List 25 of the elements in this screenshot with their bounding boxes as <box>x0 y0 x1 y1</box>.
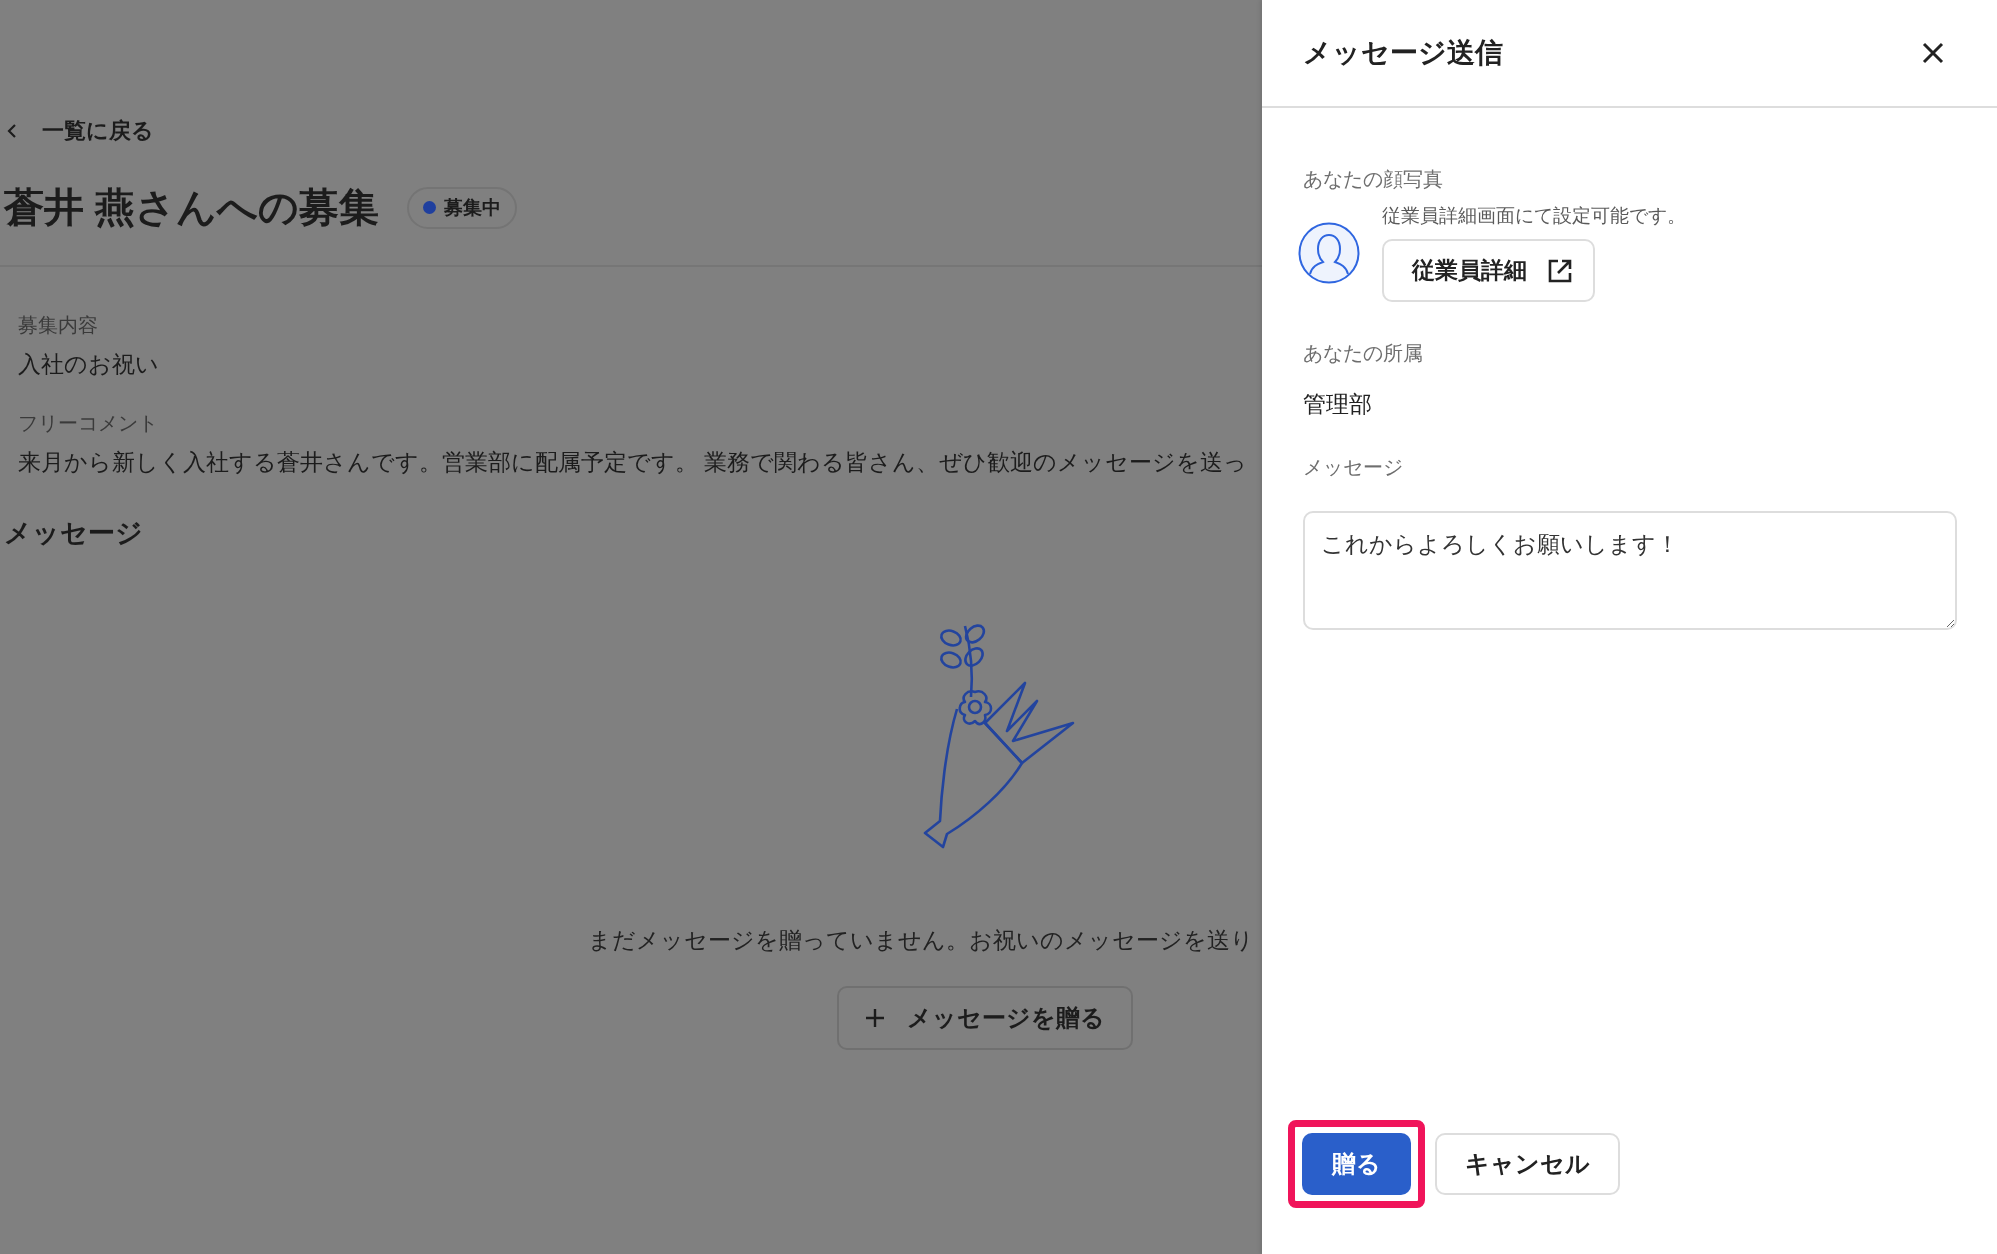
panel-title: メッセージ送信 <box>1303 36 1503 70</box>
send-button[interactable]: 贈る <box>1302 1133 1411 1195</box>
empty-message: まだメッセージを贈っていません。お祝いのメッセージを送り <box>588 926 1254 955</box>
status-badge: 募集中 <box>407 186 518 229</box>
field-label: フリーコメント <box>18 411 159 436</box>
field-label: あなたの顔写真 <box>1303 167 1444 192</box>
page-title: 蒼井 燕さんへの募集 <box>4 184 380 231</box>
field-label: あなたの所属 <box>1303 341 1424 366</box>
avatar-icon <box>1298 221 1360 284</box>
field-value: 来月から新しく入社する蒼井さんです。営業部に配属予定です。 業務で関わる皆さん、ぜひ歓迎のメッセージを送っ <box>18 448 1249 477</box>
employee-detail-button[interactable]: 従業員詳細 <box>1382 239 1595 302</box>
field-label: メッセージ <box>1303 455 1404 480</box>
department-value: 管理部 <box>1303 390 1373 419</box>
message-field[interactable]: これからよろしくお願いします！ <box>1303 511 1957 630</box>
cancel-button[interactable]: キャンセル <box>1435 1133 1620 1195</box>
send-message-button[interactable]: メッセージを贈る <box>837 986 1133 1050</box>
field-label: 募集内容 <box>18 313 99 338</box>
back-link[interactable]: 一覧に戻る <box>0 116 154 146</box>
plus-icon <box>865 1008 885 1028</box>
hint-text: 従業員詳細画面にて設定可能です。 <box>1382 204 1686 228</box>
external-link-icon <box>1547 257 1573 284</box>
field-value: 入社のお祝い <box>18 350 160 379</box>
section-heading: メッセージ <box>4 517 144 550</box>
close-icon <box>1921 41 1945 65</box>
chevron-left-icon <box>6 123 18 139</box>
